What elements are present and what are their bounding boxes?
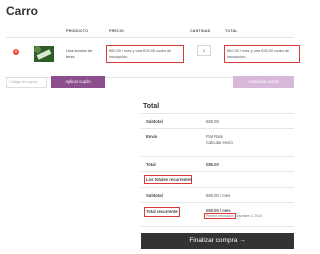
cart-table-header: PRODUCTO PRECIO CANTIDAD TOTAL [6,26,294,38]
shipping-row: Envío Flat Rate Calcular envío [141,129,294,157]
column-header-total: TOTAL [225,29,238,33]
shipping-method: Flat Rate [206,134,223,139]
recurring-subtotal-label: Subtotal [146,193,163,198]
checkout-button[interactable]: Finalizar compra → [141,233,294,249]
calculate-shipping-link[interactable]: Calcular envío [206,140,233,145]
recurring-subtotal-value: €60.00 / mes [206,193,231,198]
cart-totals-title: Total [143,103,160,110]
product-price: €60.00 / mes y una €25.00 cuota de inscr… [106,45,184,63]
cart-totals-table: Subtotal €60.00 Envío Flat Rate Calcular… [141,113,294,227]
total-row: Total €85.00 [141,157,294,172]
cart-item-row: × Una lección de tenis €60.00 / mes y un… [6,38,300,78]
first-renewal-date: Primera renovación: November 2, 2016 [206,214,262,218]
recurring-totals-heading: Los totales recurrentes [146,177,193,182]
subtotal-row: Subtotal €60.00 [141,114,294,129]
coupon-code-input[interactable]: Código de cupón [6,77,47,88]
recurring-total-label: Total recurrente [146,209,178,214]
product-subtotal: €60.00 / mes y una €25.00 cuota de inscr… [224,45,300,63]
recurring-subtotal-row: Subtotal €60.00 / mes [141,188,294,203]
apply-coupon-button[interactable]: Aplicar cupón [51,76,105,88]
total-value: €85.00 [206,162,219,167]
recurring-totals-heading-row: Los totales recurrentes [141,172,294,188]
quantity-input[interactable]: 1 [197,45,211,56]
shipping-label: Envío [146,134,158,139]
product-thumbnail[interactable] [34,46,54,62]
column-header-quantity: CANTIDAD [190,29,211,33]
total-label: Total [146,162,156,167]
column-header-price: PRECIO [109,29,124,33]
column-header-product: PRODUCTO [66,29,89,33]
recurring-total-row: Total recurrente €60.00 / mes Primera re… [141,203,294,227]
subtotal-value: €60.00 [206,119,219,124]
cart-table: PRODUCTO PRECIO CANTIDAD TOTAL × Una lec… [6,26,300,80]
update-cart-button[interactable]: Actualizar carrito [233,76,294,88]
remove-item-icon[interactable]: × [13,49,19,55]
subtotal-label: Subtotal [146,119,163,124]
product-name-link[interactable]: Una lección de tenis [66,48,102,59]
page-title: Carro [6,4,39,18]
